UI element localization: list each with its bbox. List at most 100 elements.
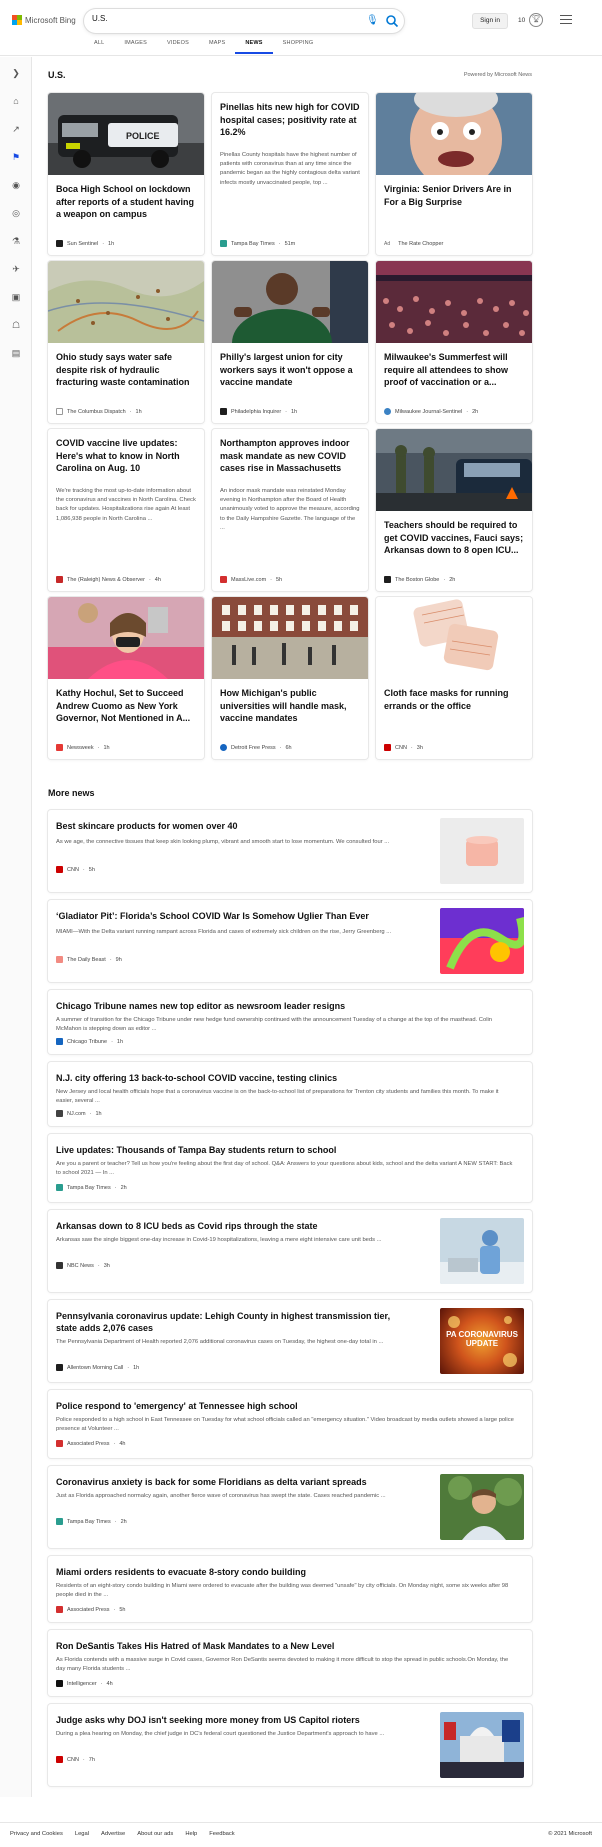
card-source: The Boston Globe · 2h	[384, 576, 455, 583]
list-item[interactable]: Live updates: Thousands of Tampa Bay stu…	[48, 1134, 532, 1202]
list-item[interactable]: Best skincare products for women over 40…	[48, 810, 532, 892]
news-image	[212, 261, 368, 343]
tab-videos[interactable]: VIDEOS	[157, 40, 199, 54]
rocket-icon[interactable]: ✈	[10, 263, 22, 275]
item-snippet: A summer of transition for the Chicago T…	[56, 1017, 493, 1033]
source-logo-icon	[56, 866, 63, 873]
card-headline[interactable]: Milwaukee's Summerfest will require all …	[384, 351, 524, 389]
trending-icon[interactable]: ↗	[10, 123, 22, 135]
globe-icon[interactable]: ◎	[10, 207, 22, 219]
news-card[interactable]: Kathy Hochul, Set to Succeed Andrew Cuom…	[48, 597, 204, 759]
list-item[interactable]: Police respond to 'emergency' at Tenness…	[48, 1390, 532, 1458]
rewards-button[interactable]: 10 🏆︎	[518, 13, 544, 27]
item-headline[interactable]: Arkansas down to 8 ICU beds as Covid rip…	[56, 1220, 396, 1232]
item-headline[interactable]: Best skincare products for women over 40	[56, 820, 396, 832]
source-logo-icon	[220, 744, 227, 751]
news-card[interactable]: COVID vaccine live updates: Here's what …	[48, 429, 204, 591]
card-headline[interactable]: Ohio study says water safe despite risk …	[56, 351, 196, 389]
svg-text:POLICE: POLICE	[126, 131, 160, 141]
item-source: NBC News · 3h	[56, 1262, 110, 1269]
building-icon[interactable]: ☖	[10, 319, 22, 331]
home-icon[interactable]: ⌂	[10, 95, 22, 107]
footer-link-advertise[interactable]: Advertise	[101, 1831, 125, 1837]
source-logo-icon	[56, 1038, 63, 1045]
search-box[interactable]: 🎙︎	[84, 9, 404, 33]
item-headline[interactable]: Coronavirus anxiety is back for some Flo…	[56, 1476, 396, 1488]
news-card[interactable]: Teachers should be required to get COVID…	[376, 429, 532, 591]
source-logo-icon	[56, 1680, 63, 1687]
news-card[interactable]: Milwaukee's Summerfest will require all …	[376, 261, 532, 423]
footer-link-about-ads[interactable]: About our ads	[137, 1831, 173, 1837]
list-item[interactable]: Pennsylvania coronavirus update: Lehigh …	[48, 1300, 532, 1382]
list-item[interactable]: Coronavirus anxiety is back for some Flo…	[48, 1466, 532, 1548]
tab-shopping[interactable]: SHOPPING	[273, 40, 324, 54]
item-snippet: During a plea hearing on Monday, the chi…	[56, 1731, 385, 1737]
ad-image	[376, 93, 532, 175]
footer-link-feedback[interactable]: Feedback	[209, 1831, 234, 1837]
tab-news[interactable]: NEWS	[235, 40, 273, 54]
source-logo-icon	[220, 240, 227, 247]
card-source: Tampa Bay Times · 51m	[220, 240, 295, 247]
grid-icon[interactable]: ▤	[10, 347, 22, 359]
sign-in-button[interactable]: Sign in	[472, 13, 508, 29]
source-logo-icon	[56, 956, 63, 963]
footer-link-privacy[interactable]: Privacy and Cookies	[10, 1831, 63, 1837]
bing-logo[interactable]: Microsoft Bing	[12, 15, 76, 25]
search-input[interactable]	[92, 14, 342, 23]
card-headline[interactable]: Kathy Hochul, Set to Succeed Andrew Cuom…	[56, 687, 196, 725]
expand-icon[interactable]: ❯	[10, 67, 22, 79]
item-headline[interactable]: N.J. city offering 13 back-to-school COV…	[56, 1072, 516, 1084]
footer-link-help[interactable]: Help	[185, 1831, 197, 1837]
list-item[interactable]: N.J. city offering 13 back-to-school COV…	[48, 1062, 532, 1126]
list-item[interactable]: ‘Gladiator Pit’: Florida’s School COVID …	[48, 900, 532, 982]
item-headline[interactable]: Police respond to 'emergency' at Tenness…	[56, 1400, 516, 1412]
item-headline[interactable]: Judge asks why DOJ isn't seeking more mo…	[56, 1714, 396, 1726]
card-headline[interactable]: Cloth face masks for running errands or …	[384, 687, 524, 712]
news-card[interactable]: Northampton approves indoor mask mandate…	[212, 429, 368, 591]
news-card[interactable]: Ohio study says water safe despite risk …	[48, 261, 204, 423]
list-item[interactable]: Judge asks why DOJ isn't seeking more mo…	[48, 1704, 532, 1786]
item-snippet: Police responded to a high school in Eas…	[56, 1417, 514, 1433]
search-icon[interactable]	[385, 14, 399, 28]
item-headline[interactable]: Pennsylvania coronavirus update: Lehigh …	[56, 1310, 396, 1334]
card-headline[interactable]: How Michigan's public universities will …	[220, 687, 360, 725]
ad-card[interactable]: Virginia: Senior Drivers Are in For a Bi…	[376, 93, 532, 255]
science-icon[interactable]: ⚗	[10, 235, 22, 247]
card-headline[interactable]: Boca High School on lockdown after repor…	[56, 183, 196, 221]
item-headline[interactable]: Live updates: Thousands of Tampa Bay stu…	[56, 1144, 516, 1156]
card-headline[interactable]: Pinellas hits new high for COVID hospita…	[220, 101, 360, 139]
tab-all[interactable]: ALL	[84, 40, 114, 54]
card-headline[interactable]: Teachers should be required to get COVID…	[384, 519, 524, 557]
list-item[interactable]: Arkansas down to 8 ICU beds as Covid rip…	[48, 1210, 532, 1292]
video-icon[interactable]: ▣	[10, 291, 22, 303]
item-snippet: Residents of an eight-story condo buildi…	[56, 1583, 509, 1599]
item-snippet: MIAMI—With the Delta variant running ram…	[56, 929, 392, 935]
tab-images[interactable]: IMAGES	[114, 40, 157, 54]
list-item[interactable]: Chicago Tribune names new top editor as …	[48, 990, 532, 1054]
item-headline[interactable]: Ron DeSantis Takes His Hatred of Mask Ma…	[56, 1640, 516, 1652]
card-headline[interactable]: Philly's largest union for city workers …	[220, 351, 360, 389]
location-icon[interactable]: ◉	[10, 179, 22, 191]
item-headline[interactable]: Chicago Tribune names new top editor as …	[56, 1000, 516, 1012]
list-item[interactable]: Miami orders residents to evacuate 8-sto…	[48, 1556, 532, 1622]
card-headline[interactable]: Northampton approves indoor mask mandate…	[220, 437, 360, 475]
item-headline[interactable]: ‘Gladiator Pit’: Florida’s School COVID …	[56, 910, 396, 922]
item-headline[interactable]: Miami orders residents to evacuate 8-sto…	[56, 1566, 516, 1578]
card-headline[interactable]: COVID vaccine live updates: Here's what …	[56, 437, 196, 475]
list-item[interactable]: Ron DeSantis Takes His Hatred of Mask Ma…	[48, 1630, 532, 1696]
side-rail: ❯ ⌂ ↗ ⚑ ◉ ◎ ⚗ ✈ ▣ ☖ ▤	[0, 57, 32, 1797]
news-card[interactable]: How Michigan's public universities will …	[212, 597, 368, 759]
news-card[interactable]: Cloth face masks for running errands or …	[376, 597, 532, 759]
card-source: Ad The Rate Chopper	[384, 241, 444, 247]
news-card[interactable]: Pinellas hits new high for COVID hospita…	[212, 93, 368, 255]
tab-maps[interactable]: MAPS	[199, 40, 235, 54]
source-logo-icon	[56, 1440, 63, 1447]
microphone-icon[interactable]: 🎙︎	[366, 15, 379, 27]
hamburger-menu-icon[interactable]	[560, 15, 572, 25]
footer-link-legal[interactable]: Legal	[75, 1831, 89, 1837]
flag-icon[interactable]: ⚑	[10, 151, 22, 163]
card-headline[interactable]: Virginia: Senior Drivers Are in For a Bi…	[384, 183, 524, 208]
item-snippet: The Pennsylvania Department of Health re…	[56, 1339, 384, 1345]
news-card[interactable]: Philly's largest union for city workers …	[212, 261, 368, 423]
news-card[interactable]: POLICE Boca High School on lockdown afte…	[48, 93, 204, 255]
